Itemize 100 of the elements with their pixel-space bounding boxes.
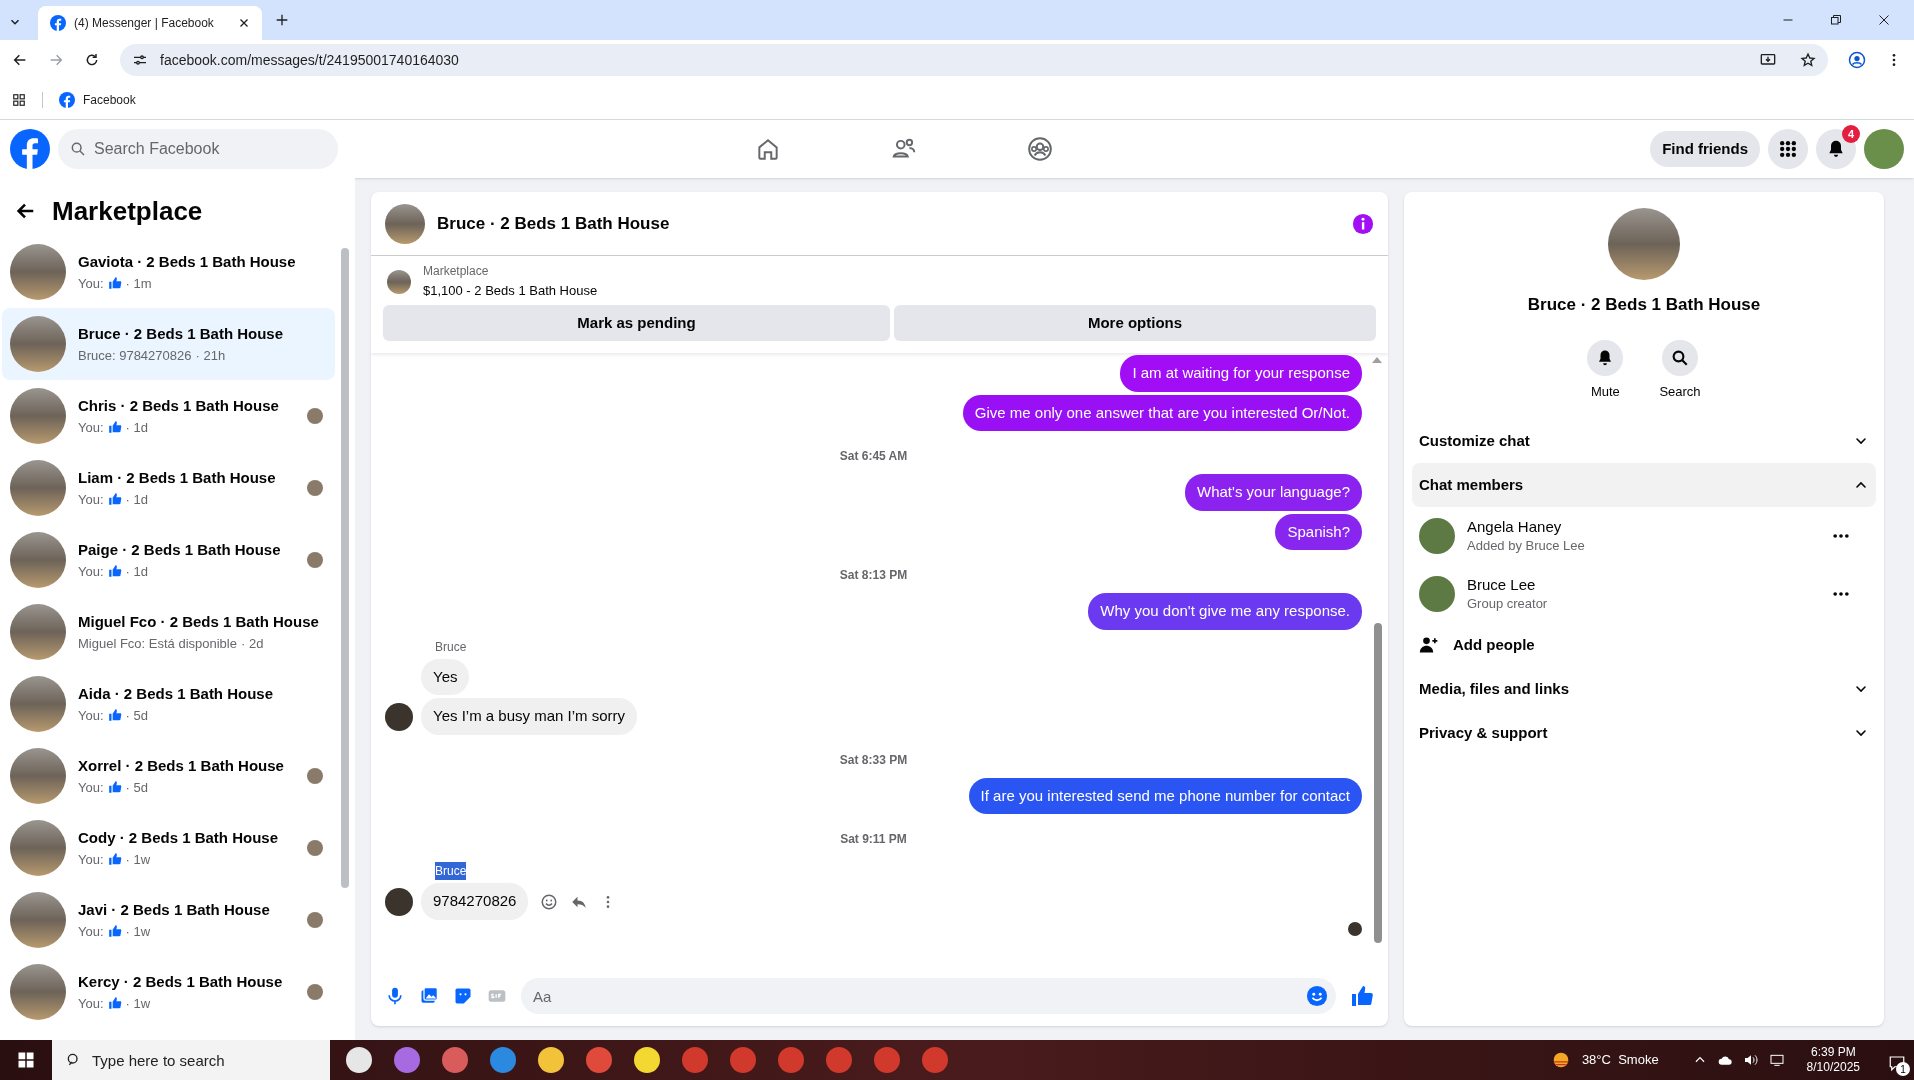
- info-icon[interactable]: [1352, 212, 1374, 235]
- timestamp: Sat 9:11 PM: [840, 831, 907, 849]
- close-icon[interactable]: [238, 17, 250, 29]
- section-header[interactable]: Customize chat: [1412, 419, 1876, 463]
- action-button[interactable]: Mark as pending: [383, 305, 890, 342]
- conversation-item[interactable]: Xorrel · 2 Beds 1 Bath House You: · 5d: [2, 740, 335, 812]
- search-icon: [1671, 348, 1689, 367]
- listing-photo: [10, 748, 66, 804]
- listing-photo: [387, 269, 411, 294]
- conversation-item[interactable]: Kercy · 2 Beds 1 Bath House You: · 1w: [2, 956, 335, 1028]
- message-time: · 5d: [125, 778, 148, 797]
- message-field[interactable]: Aa: [521, 978, 1336, 1014]
- message-preview: Miguel Fco: Está disponible: [78, 634, 237, 653]
- timestamp: Sat 6:45 AM: [839, 448, 908, 466]
- microphone-icon[interactable]: [385, 986, 405, 1006]
- install-icon[interactable]: [1760, 52, 1776, 68]
- profile-avatar[interactable]: [1864, 129, 1904, 169]
- add-people-button[interactable]: Add people: [1412, 623, 1876, 667]
- timestamp: Sat 8:33 PM: [839, 751, 908, 769]
- find-friends-button[interactable]: Find friends: [1650, 131, 1760, 167]
- address-bar[interactable]: facebook.com/messages/t/24195001740164030: [120, 44, 1828, 76]
- close-icon[interactable]: [1878, 14, 1890, 26]
- bookmark-link[interactable]: Facebook: [59, 90, 136, 109]
- message-time: · 21h: [195, 346, 226, 365]
- star-icon[interactable]: [1800, 52, 1816, 68]
- conversation-title: Xorrel · 2 Beds 1 Bath House: [78, 756, 285, 776]
- section-header[interactable]: Chat members: [1412, 463, 1876, 507]
- network-icon[interactable]: [1768, 1052, 1785, 1068]
- conversation-item[interactable]: Gaviota · 2 Beds 1 Bath House You: · 1m: [2, 236, 335, 308]
- taskbar-app-icon[interactable]: [346, 1047, 372, 1073]
- message-preview: You:: [78, 706, 104, 725]
- conversation-title: Liam · 2 Beds 1 Bath House: [78, 468, 277, 488]
- listing-photo: [10, 604, 66, 660]
- timestamp: Sat 8:13 PM: [839, 567, 908, 585]
- listing-photo: [10, 532, 66, 588]
- notification-badge: 4: [1842, 125, 1860, 143]
- add-person-icon: [1419, 635, 1439, 655]
- menu-grid-button[interactable]: [1768, 129, 1808, 169]
- conversation-item[interactable]: Aida · 2 Beds 1 Bath House You: · 5d: [2, 668, 335, 740]
- photo-icon[interactable]: [419, 986, 439, 1006]
- conversation-item[interactable]: Chris · 2 Beds 1 Bath House You: · 1d: [2, 380, 335, 452]
- search-field[interactable]: Search Facebook: [58, 129, 338, 169]
- conversation-item[interactable]: Cody · 2 Beds 1 Bath House You: · 1w: [2, 812, 335, 884]
- sticker-icon[interactable]: [453, 986, 473, 1006]
- clock-date: 8/10/2025: [1806, 1060, 1860, 1075]
- scroll-up-arrow[interactable]: [1372, 357, 1382, 364]
- volume-icon[interactable]: [1742, 1052, 1759, 1068]
- taskbar-app-icon[interactable]: [538, 1047, 564, 1073]
- conversation-item[interactable]: Javi · 2 Beds 1 Bath House You: · 1w: [2, 884, 335, 956]
- profile-icon[interactable]: [1848, 51, 1866, 69]
- notifications-button[interactable]: [1816, 129, 1856, 169]
- conversation-item[interactable]: Miguel Fco · 2 Beds 1 Bath House Miguel Fco: Está disponible · 2d: [2, 596, 335, 668]
- scrollbar-thumb[interactable]: [341, 248, 349, 888]
- windows-start-icon[interactable]: [17, 1051, 35, 1069]
- action-button[interactable]: More options: [894, 305, 1376, 342]
- sidebar-title: Marketplace: [52, 194, 203, 228]
- like-icon[interactable]: [1350, 984, 1374, 1008]
- reload-icon[interactable]: [84, 52, 100, 68]
- facebook-logo-icon[interactable]: [10, 129, 50, 169]
- message-time: · 1d: [125, 490, 148, 509]
- conversation-title: Gaviota · 2 Beds 1 Bath House: [78, 252, 297, 272]
- apps-grid-icon[interactable]: [12, 92, 26, 107]
- restore-icon[interactable]: [1830, 14, 1842, 26]
- message-preview: You:: [78, 922, 104, 941]
- search-icon: [70, 141, 86, 157]
- member-role: Group creator: [1467, 596, 1549, 613]
- url-text: facebook.com/messages/t/24195001740164030: [160, 50, 460, 70]
- message-preview: You:: [78, 850, 104, 869]
- conversation-item[interactable]: Paige · 2 Beds 1 Bath House You: · 1d: [2, 524, 335, 596]
- section-header[interactable]: Privacy & support: [1412, 711, 1876, 755]
- listing-title: $1,100 - 2 Beds 1 Bath House: [423, 283, 598, 300]
- conversation-title: Javi · 2 Beds 1 Bath House: [78, 900, 271, 920]
- sent-message: I am at waiting for your response: [1120, 355, 1362, 392]
- taskbar-search-field[interactable]: Type here to search: [52, 1040, 330, 1080]
- listing-photo: [10, 892, 66, 948]
- chat-title: Bruce · 2 Beds 1 Bath House: [437, 212, 671, 235]
- conversation-title: Aida · 2 Beds 1 Bath House: [78, 684, 275, 704]
- received-message: Yes: [421, 658, 470, 696]
- member-name: Angela Haney: [1467, 517, 1563, 537]
- scrollbar-thumb[interactable]: [1374, 623, 1382, 944]
- received-message: Yes I’m a busy man I’m sorry: [421, 698, 637, 735]
- member-avatar: [1419, 576, 1455, 612]
- sender-name: Bruce: [435, 862, 467, 881]
- seen-avatar: [1348, 921, 1362, 936]
- browser-tab[interactable]: (4) Messenger | Facebook: [38, 6, 262, 40]
- sent-message: Give me only one answer that are you interested Or/Not.: [962, 394, 1362, 432]
- taskbar-app-icon[interactable]: [634, 1047, 660, 1073]
- conversation-title: Miguel Fco · 2 Beds 1 Bath House: [78, 612, 320, 632]
- sent-message: Spanish?: [1275, 513, 1362, 551]
- new-tab-icon[interactable]: [274, 12, 290, 28]
- listing-label: Marketplace: [423, 264, 490, 279]
- groups-icon[interactable]: [1027, 136, 1054, 162]
- conversation-item[interactable]: Bruce · 2 Beds 1 Bath House Bruce: 9784270826 · 21h: [2, 308, 335, 380]
- back-icon[interactable]: [12, 52, 28, 68]
- emoji-icon[interactable]: [1306, 985, 1328, 1007]
- conversation-item[interactable]: Liam · 2 Beds 1 Bath House You: · 1d: [2, 452, 335, 524]
- section-header[interactable]: Media, files and links: [1412, 667, 1876, 711]
- member-name: Bruce Lee: [1467, 575, 1537, 595]
- emoji-icon[interactable]: [540, 892, 559, 911]
- conversation-title: Cody · 2 Beds 1 Bath House: [78, 828, 280, 848]
